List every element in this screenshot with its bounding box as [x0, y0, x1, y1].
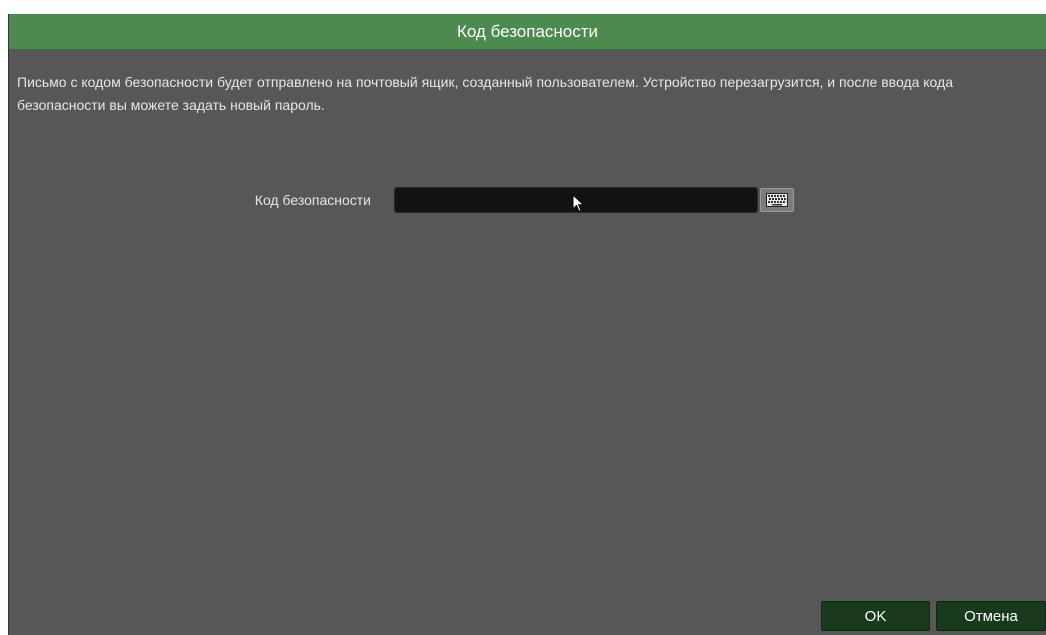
- mouse-pointer-icon: [572, 194, 585, 213]
- security-code-dialog: Код безопасности Письмо с кодом безопасн…: [8, 14, 1046, 635]
- info-message: Письмо с кодом безопасности будет отправ…: [17, 74, 953, 113]
- virtual-keyboard-button[interactable]: [760, 188, 794, 212]
- security-code-label: Код безопасности: [254, 192, 371, 208]
- dialog-title: Код безопасности: [456, 21, 599, 41]
- cancel-button[interactable]: Отмена: [936, 601, 1046, 631]
- dialog-titlebar: Код безопасности: [9, 14, 1046, 50]
- keyboard-icon: [766, 193, 788, 207]
- ok-button[interactable]: OK: [821, 601, 930, 631]
